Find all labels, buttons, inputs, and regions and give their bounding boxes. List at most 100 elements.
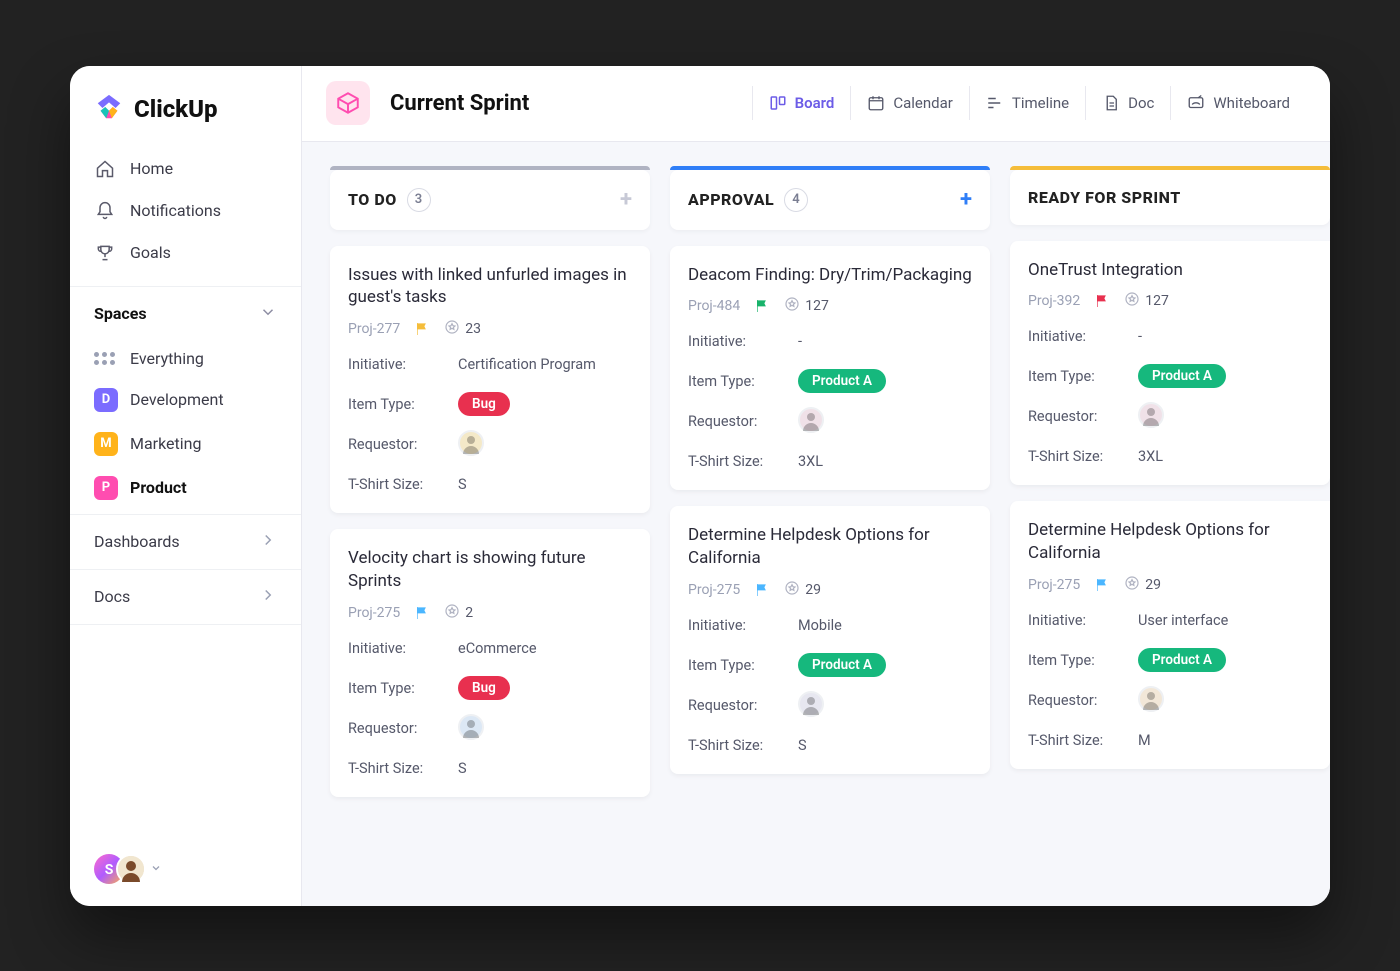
space-label: Development [130,390,224,409]
calendar-icon [867,94,885,112]
field-label-requestor: Requestor: [348,720,458,737]
card-meta: Proj-484 127 [688,296,972,316]
column-header[interactable]: APPROVAL4+ [670,170,990,230]
card-project-id: Proj-484 [688,298,740,314]
nav-home[interactable]: Home [84,148,287,190]
space-development[interactable]: D Development [84,378,287,422]
view-label: Whiteboard [1213,94,1290,112]
field-value-initiative: User interface [1138,612,1312,629]
svg-text:S: S [105,862,114,878]
user-avatar [116,854,146,884]
field-label-item-type: Item Type: [688,657,798,674]
field-label-requestor: Requestor: [688,697,798,714]
nav-goals[interactable]: Goals [84,232,287,274]
field-label-tshirt: T-Shirt Size: [1028,448,1138,465]
column-header[interactable]: TO DO3+ [330,170,650,230]
space-label: Product [130,478,187,497]
field-label-item-type: Item Type: [1028,652,1138,669]
field-label-tshirt: T-Shirt Size: [688,453,798,470]
view-switcher: Board Calendar Timeline [752,86,1306,120]
kanban-card[interactable]: Velocity chart is showing future Sprints… [330,529,650,797]
card-project-id: Proj-277 [348,321,400,337]
nav-notifications[interactable]: Notifications [84,190,287,232]
space-product[interactable]: P Product [84,466,287,510]
view-label: Board [795,94,835,112]
kanban-card[interactable]: Issues with linked unfurled images in gu… [330,246,650,514]
section-link-label: Dashboards [94,532,180,551]
field-value-item-type: Bug [458,392,632,416]
flag-icon[interactable] [754,298,770,314]
view-doc[interactable]: Doc [1085,86,1170,120]
field-label-requestor: Requestor: [1028,408,1138,425]
points-value: 127 [1145,293,1169,309]
doc-icon [1102,94,1120,112]
avatar-icon [798,407,824,433]
add-card-button[interactable]: + [620,189,632,211]
view-label: Calendar [893,94,953,112]
flag-icon[interactable] [1094,293,1110,309]
chevron-down-icon [150,859,162,878]
field-label-item-type: Item Type: [348,680,458,697]
view-calendar[interactable]: Calendar [850,86,969,120]
kanban-card[interactable]: Deacom Finding: Dry/Trim/Packaging Proj-… [670,246,990,491]
topbar: Current Sprint Board Calendar [302,66,1330,142]
field-label-tshirt: T-Shirt Size: [348,760,458,777]
home-icon [94,158,116,180]
nav-dashboards[interactable]: Dashboards [70,514,301,569]
field-value-item-type: Product A [1138,648,1312,672]
field-label-initiative: Initiative: [688,617,798,634]
nav-docs[interactable]: Docs [70,569,301,625]
points: 29 [1124,575,1161,595]
space-label: Marketing [130,434,201,453]
avatar-stack[interactable]: S [94,854,162,884]
card-title: Deacom Finding: Dry/Trim/Packaging [688,264,972,287]
field-label-tshirt: T-Shirt Size: [1028,732,1138,749]
card-project-id: Proj-275 [688,582,740,598]
field-label-initiative: Initiative: [1028,612,1138,629]
board-column: TO DO3+ Issues with linked unfurled imag… [330,170,650,906]
star-icon [784,296,800,316]
space-marketing[interactable]: M Marketing [84,422,287,466]
page-title: Current Sprint [390,91,529,116]
bell-icon [94,200,116,222]
field-value-initiative: - [798,333,972,350]
view-board[interactable]: Board [752,86,851,120]
space-list: Everything D Development M Marketing P P… [70,335,301,514]
spaces-header[interactable]: Spaces [70,286,301,335]
points: 127 [1124,291,1169,311]
kanban-card[interactable]: Determine Helpdesk Options for Californi… [1010,501,1330,769]
field-label-item-type: Item Type: [348,396,458,413]
logo[interactable]: ClickUp [70,86,301,144]
view-whiteboard[interactable]: Whiteboard [1170,86,1306,120]
add-card-button[interactable]: + [960,189,972,211]
field-value-initiative: Certification Program [458,356,632,373]
kanban-card[interactable]: OneTrust Integration Proj-392 127 Initia… [1010,241,1330,486]
field-value-requestor [1138,402,1312,430]
field-value-requestor [798,691,972,719]
flag-icon[interactable] [414,605,430,621]
kanban-card[interactable]: Determine Helpdesk Options for Californi… [670,506,990,774]
card-title: Issues with linked unfurled images in gu… [348,264,632,310]
field-label-item-type: Item Type: [688,373,798,390]
space-everything[interactable]: Everything [84,339,287,378]
column-title: READY FOR SPRINT [1028,188,1181,207]
column-header[interactable]: READY FOR SPRINT [1010,170,1330,225]
field-value-tshirt: 3XL [1138,448,1312,465]
field-label-requestor: Requestor: [688,413,798,430]
flag-icon[interactable] [414,321,430,337]
board: TO DO3+ Issues with linked unfurled imag… [302,142,1330,906]
sidebar: ClickUp Home Notifications Goals [70,66,302,906]
card-title: Velocity chart is showing future Sprints [348,547,632,593]
field-value-initiative: Mobile [798,617,972,634]
flag-icon[interactable] [754,582,770,598]
points-value: 127 [805,298,829,314]
avatar-icon [1138,402,1164,428]
view-timeline[interactable]: Timeline [969,86,1085,120]
avatar-icon [1138,686,1164,712]
view-label: Doc [1128,94,1154,112]
space-label: Everything [130,349,204,368]
flag-icon[interactable] [1094,577,1110,593]
whiteboard-icon [1187,94,1205,112]
field-value-tshirt: M [1138,732,1312,749]
points: 2 [444,603,473,623]
